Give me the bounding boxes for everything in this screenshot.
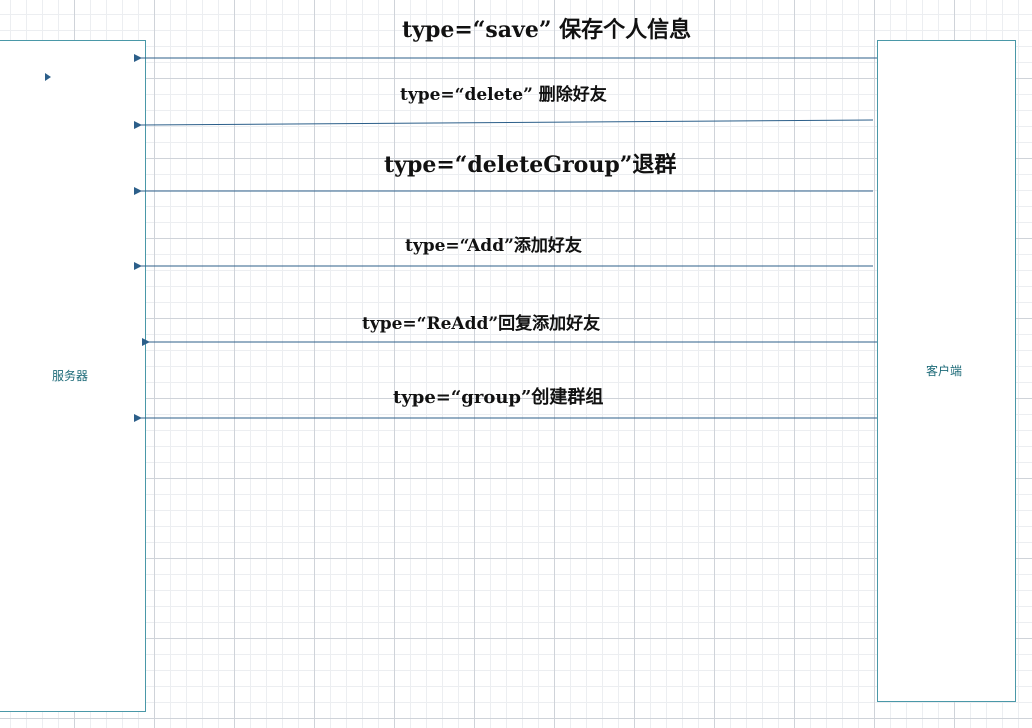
message-label-delete: type=“delete” 删除好友 bbox=[400, 85, 607, 105]
message-label-readd: type=“ReAdd”回复添加好友 bbox=[362, 314, 601, 334]
message-label-delete-group: type=“deleteGroup”退群 bbox=[384, 152, 677, 178]
message-label-save: type=“save” 保存个人信息 bbox=[402, 17, 692, 43]
message-label-group: type=“group”创建群组 bbox=[393, 387, 604, 408]
message-label-add: type=“Add”添加好友 bbox=[405, 236, 582, 256]
message-arrows bbox=[133, 54, 877, 422]
message-arrow-1 bbox=[133, 119, 874, 130]
